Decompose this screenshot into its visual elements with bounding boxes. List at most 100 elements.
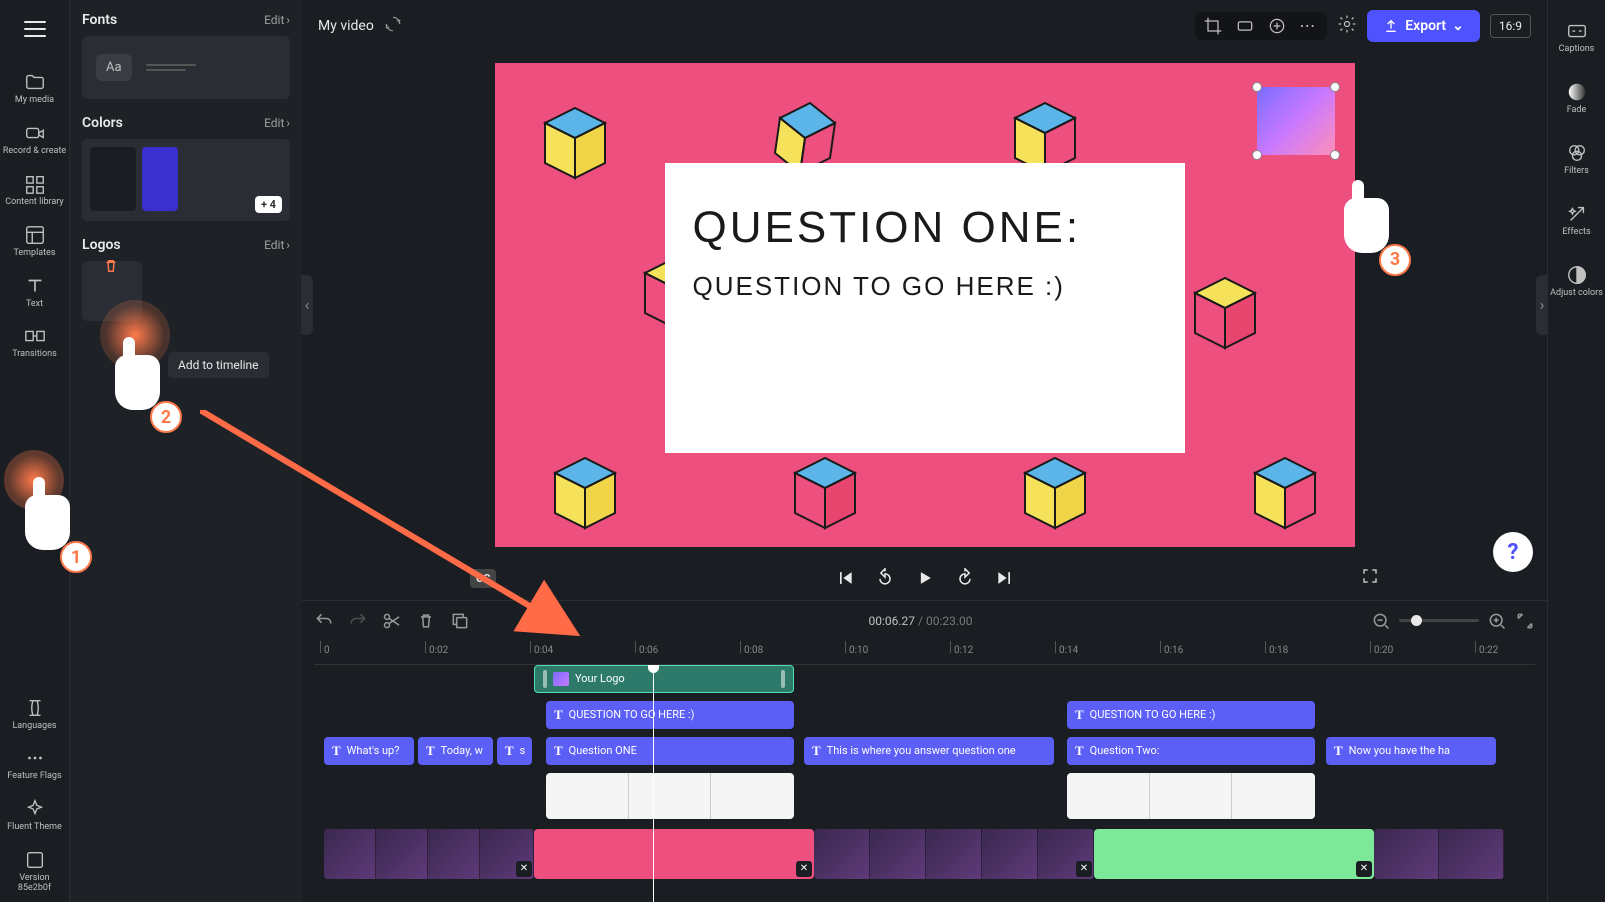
redo-button[interactable] [348, 611, 368, 631]
clip-today[interactable]: TToday, w [418, 737, 493, 765]
next-button[interactable] [995, 568, 1015, 588]
resize-handle[interactable] [1252, 82, 1262, 92]
back-5-button[interactable] [875, 568, 895, 588]
zoom-in-button[interactable] [1487, 611, 1507, 631]
hamburger-button[interactable] [16, 10, 54, 48]
gear-icon[interactable] [1337, 14, 1357, 38]
collapse-right-button[interactable]: › [1536, 275, 1548, 335]
clip-question-one[interactable]: TQuestion ONE [546, 737, 794, 765]
far-left-rail: My media Record & create Content library… [0, 0, 70, 902]
close-icon[interactable]: ✕ [1076, 861, 1092, 877]
clip-video-2[interactable]: ✕ [814, 829, 1094, 879]
video-canvas[interactable]: QUESTION ONE: QUESTION TO GO HERE :) [495, 63, 1355, 547]
duplicate-button[interactable] [450, 611, 470, 631]
undo-button[interactable] [314, 611, 334, 631]
rail-fluent-theme[interactable]: Fluent Theme [0, 790, 69, 841]
aspect-ratio-chip[interactable]: 16:9 [1490, 14, 1531, 38]
rail-my-media[interactable]: My media [0, 63, 69, 114]
clip-whats-up[interactable]: TWhat's up? [324, 737, 414, 765]
clip-handle[interactable] [781, 670, 785, 688]
top-bar: My video ⋯ Export ⌄ 16:9 [302, 0, 1547, 53]
resize-handle[interactable] [1330, 82, 1340, 92]
clip-white-card-1[interactable] [546, 773, 794, 819]
zoom-out-button[interactable] [1371, 611, 1391, 631]
transitions-icon [24, 325, 46, 347]
cc-badge[interactable]: CC [470, 569, 496, 588]
library-icon [24, 173, 46, 195]
color-swatch-dark[interactable] [90, 147, 136, 211]
effects-icon [1566, 203, 1588, 225]
sync-icon[interactable] [384, 15, 402, 37]
clip-question-two[interactable]: TQuestion Two: [1067, 737, 1315, 765]
rail-content-library[interactable]: Content library [0, 165, 69, 216]
rail-feature-flags[interactable]: Feature Flags [0, 739, 69, 790]
close-icon[interactable]: ✕ [796, 861, 812, 877]
colors-section: Colors Edit› + 4 [82, 115, 290, 221]
export-button[interactable]: Export ⌄ [1367, 10, 1480, 42]
clip-answer[interactable]: TThis is where you answer question one [804, 737, 1054, 765]
playhead[interactable] [653, 665, 654, 902]
timeline-ruler[interactable]: 0 0:02 0:04 0:06 0:08 0:10 0:12 0:14 0:1… [314, 641, 1535, 665]
ai-icon[interactable] [1267, 16, 1287, 36]
rail-adjust-colors[interactable]: Adjust colors [1548, 256, 1605, 307]
clip-logo[interactable]: Your Logo [534, 665, 794, 693]
trash-icon[interactable] [102, 257, 120, 279]
resize-handle[interactable] [1252, 150, 1262, 160]
clip-question-here[interactable]: TQUESTION TO GO HERE :) [546, 701, 794, 729]
rail-templates[interactable]: Templates [0, 216, 69, 267]
resize-handle[interactable] [1330, 150, 1340, 160]
clip-video-green[interactable]: ✕ [1094, 829, 1374, 879]
clip-video-3[interactable] [1374, 829, 1504, 879]
timeline-tracks[interactable]: Your Logo TQUESTION TO GO HERE :) TQUEST… [314, 665, 1535, 902]
clip-video-1[interactable]: ✕ [324, 829, 534, 879]
rail-record-create[interactable]: Record & create [0, 114, 69, 165]
logos-edit-link[interactable]: Edit› [264, 238, 290, 252]
rail-text[interactable]: Text [0, 267, 69, 318]
logos-title: Logos [82, 237, 121, 253]
clip-hang[interactable]: TNow you have the ha [1326, 737, 1496, 765]
rail-effects[interactable]: Effects [1548, 195, 1605, 246]
clip-handle[interactable] [543, 670, 547, 688]
color-swatch-blue[interactable] [142, 147, 178, 211]
fullscreen-button[interactable] [1361, 567, 1379, 589]
timecode: 00:06.27 / 00:23.00 [869, 614, 973, 628]
zoom-thumb[interactable] [1411, 615, 1422, 626]
delete-button[interactable] [416, 611, 436, 631]
camera-icon [24, 122, 46, 144]
cube-shape [1175, 263, 1275, 363]
rail-version[interactable]: Version 85e2b0f [0, 841, 69, 902]
colors-more-chip[interactable]: + 4 [255, 196, 282, 213]
rail-filters[interactable]: Filters [1548, 134, 1605, 185]
fit-timeline-button[interactable] [1515, 611, 1535, 631]
clip-s[interactable]: Ts [497, 737, 532, 765]
forward-5-button[interactable] [955, 568, 975, 588]
fonts-preview[interactable]: Aa [82, 36, 290, 99]
clip-white-card-2[interactable] [1067, 773, 1315, 819]
rail-fade[interactable]: Fade [1548, 73, 1605, 124]
crop-icon[interactable] [1203, 16, 1223, 36]
more-icon[interactable]: ⋯ [1299, 16, 1319, 36]
colors-edit-link[interactable]: Edit› [264, 116, 290, 130]
play-button[interactable] [915, 568, 935, 588]
close-icon[interactable]: ✕ [1356, 861, 1372, 877]
project-name[interactable]: My video [318, 18, 374, 34]
split-button[interactable] [382, 611, 402, 631]
rail-languages[interactable]: Languages [0, 689, 69, 740]
prev-button[interactable] [835, 568, 855, 588]
timeline-region: 00:06.27 / 00:23.00 0 0:02 0:04 0:06 0:0… [302, 600, 1547, 902]
help-button[interactable]: ? [1493, 532, 1533, 572]
fit-icon[interactable] [1235, 16, 1255, 36]
clip-video-pink[interactable]: ✕ [534, 829, 814, 879]
dots-icon [24, 747, 46, 769]
templates-icon [24, 224, 46, 246]
collapse-left-button[interactable]: ‹ [301, 275, 313, 335]
filters-icon [1566, 142, 1588, 164]
selected-logo-element[interactable] [1257, 87, 1335, 155]
close-icon[interactable]: ✕ [516, 861, 532, 877]
rail-captions[interactable]: Captions [1548, 12, 1605, 63]
clip-question-here-2[interactable]: TQUESTION TO GO HERE :) [1067, 701, 1315, 729]
colors-preview[interactable]: + 4 [82, 139, 290, 221]
rail-transitions[interactable]: Transitions [0, 317, 69, 368]
zoom-slider[interactable] [1399, 619, 1479, 622]
fonts-edit-link[interactable]: Edit› [264, 13, 290, 27]
